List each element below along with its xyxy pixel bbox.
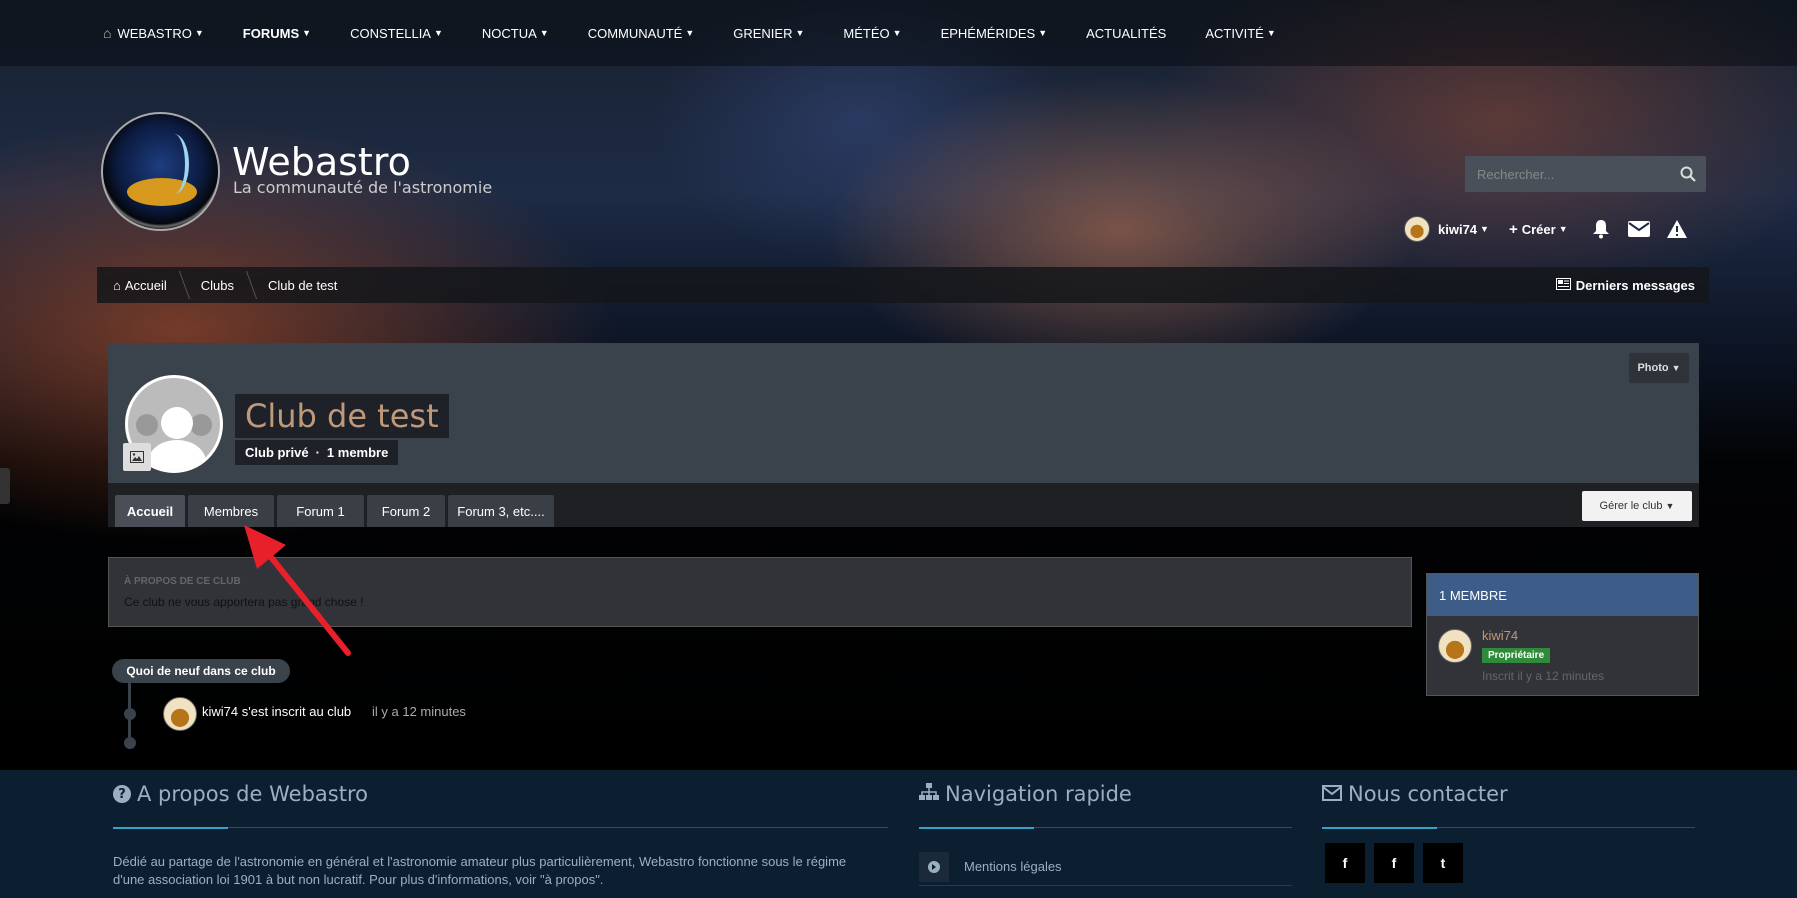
user-bar: kiwi74 ▼ + Créer ▼ [1404,214,1704,244]
manage-club-button[interactable]: Gérer le club ▼ [1582,491,1692,521]
footer-divider [1322,827,1695,829]
footer-contact-heading: Nous contacter [1322,782,1508,806]
question-icon: ? [113,785,131,803]
arrow-circle-icon [919,851,949,882]
sitemap-icon [919,782,939,806]
club-meta: Club privé · 1 membre [235,440,399,465]
footer-divider [113,827,888,829]
site-logo[interactable] [101,112,220,231]
club-tabs: Accueil Membres Forum 1 Forum 2 Forum 3,… [108,483,1699,527]
breadcrumb-home[interactable]: ⌂ Accueil [97,267,185,303]
user-avatar[interactable] [1404,216,1430,242]
create-menu[interactable]: + Créer ▼ [1509,221,1568,238]
search-box [1465,156,1706,192]
about-club-heading: À PROPOS DE CE CLUB [124,576,241,587]
search-input[interactable] [1465,156,1670,192]
house-icon: ⌂ [103,25,112,41]
member-name[interactable]: kiwi74 [1482,628,1518,643]
activity-heading: Quoi de neuf dans ce club [112,659,290,683]
nav-communaute[interactable]: COMMUNAUTÉ ▼ [588,26,695,41]
tab-forum-2[interactable]: Forum 2 [367,495,445,527]
envelope-icon[interactable] [1627,218,1650,240]
site-subtitle: La communauté de l'astronomie [233,178,493,197]
envelope-icon [1322,782,1342,806]
nav-noctua[interactable]: NOCTUA ▼ [482,26,549,41]
member-avatar[interactable] [1438,629,1472,663]
tab-forum-3[interactable]: Forum 3, etc.... [448,495,554,527]
nav-constellia[interactable]: CONSTELLIA ▼ [350,26,443,41]
members-panel: 1 MEMBRE kiwi74 Propriétaire Inscrit il … [1426,573,1699,696]
nav-grenier[interactable]: GRENIER ▼ [733,26,804,41]
top-navigation: ⌂ WEBASTRO ▼ FORUMS ▼ CONSTELLIA ▼ NOCTUA ▼ … [0,0,1797,66]
timeline-dot [124,737,136,749]
image-icon[interactable] [123,443,151,471]
club-header: Photo ▼ Club de test Club privé · 1 membre [108,343,1699,483]
bell-icon[interactable] [1590,218,1612,240]
activity-text[interactable]: kiwi74 s'est inscrit au club [202,704,351,719]
breadcrumb-club[interactable]: Club de test [252,267,355,303]
warning-icon[interactable] [1666,218,1688,240]
latest-posts-link[interactable]: Derniers messages [1555,267,1695,303]
tab-membres[interactable]: Membres [188,495,274,527]
photo-button[interactable]: Photo ▼ [1629,353,1689,383]
breadcrumb: ⌂ Accueil Clubs Club de test Derniers me… [97,267,1709,303]
house-icon: ⌂ [113,277,121,293]
nav-ephemerides[interactable]: EPHÉMÉRIDES ▼ [941,26,1048,41]
footer-nav-item[interactable]: Mentions légales [919,848,1292,886]
breadcrumb-clubs[interactable]: Clubs [185,267,252,303]
nav-meteo[interactable]: MÉTÉO ▼ [843,26,901,41]
club-title: Club de test [235,394,449,438]
search-icon[interactable] [1670,156,1706,192]
timeline-dot [124,708,136,720]
member-joined: Inscrit il y a 12 minutes [1482,669,1605,683]
twitter-icon[interactable]: t [1423,843,1463,883]
nav-forums[interactable]: FORUMS ▼ [243,26,311,41]
activity-time: il y a 12 minutes [372,704,466,719]
footer-divider [919,827,1292,829]
nav-activite[interactable]: ACTIVITÉ ▼ [1205,26,1275,41]
activity-avatar[interactable] [163,697,197,731]
members-panel-heading: 1 MEMBRE [1427,574,1698,616]
annotation-arrow [244,525,351,656]
footer-about-text: Dédié au partage de l'astronomie en géné… [113,854,847,887]
facebook-icon[interactable]: f [1374,843,1414,883]
tab-forum-1[interactable]: Forum 1 [277,495,364,527]
side-panel-toggle[interactable] [0,468,10,504]
user-menu[interactable]: kiwi74 ▼ [1438,222,1489,237]
newspaper-icon [1555,277,1571,293]
nav-actualites[interactable]: ACTUALITÉS [1086,26,1166,41]
owner-badge: Propriétaire [1482,648,1551,663]
tab-accueil[interactable]: Accueil [115,495,185,527]
facebook-icon[interactable]: f [1325,843,1365,883]
nav-webastro[interactable]: ⌂ WEBASTRO ▼ [103,25,204,41]
footer-nav-heading: Navigation rapide [919,782,1132,806]
footer-about-heading: ? A propos de Webastro [113,782,368,806]
